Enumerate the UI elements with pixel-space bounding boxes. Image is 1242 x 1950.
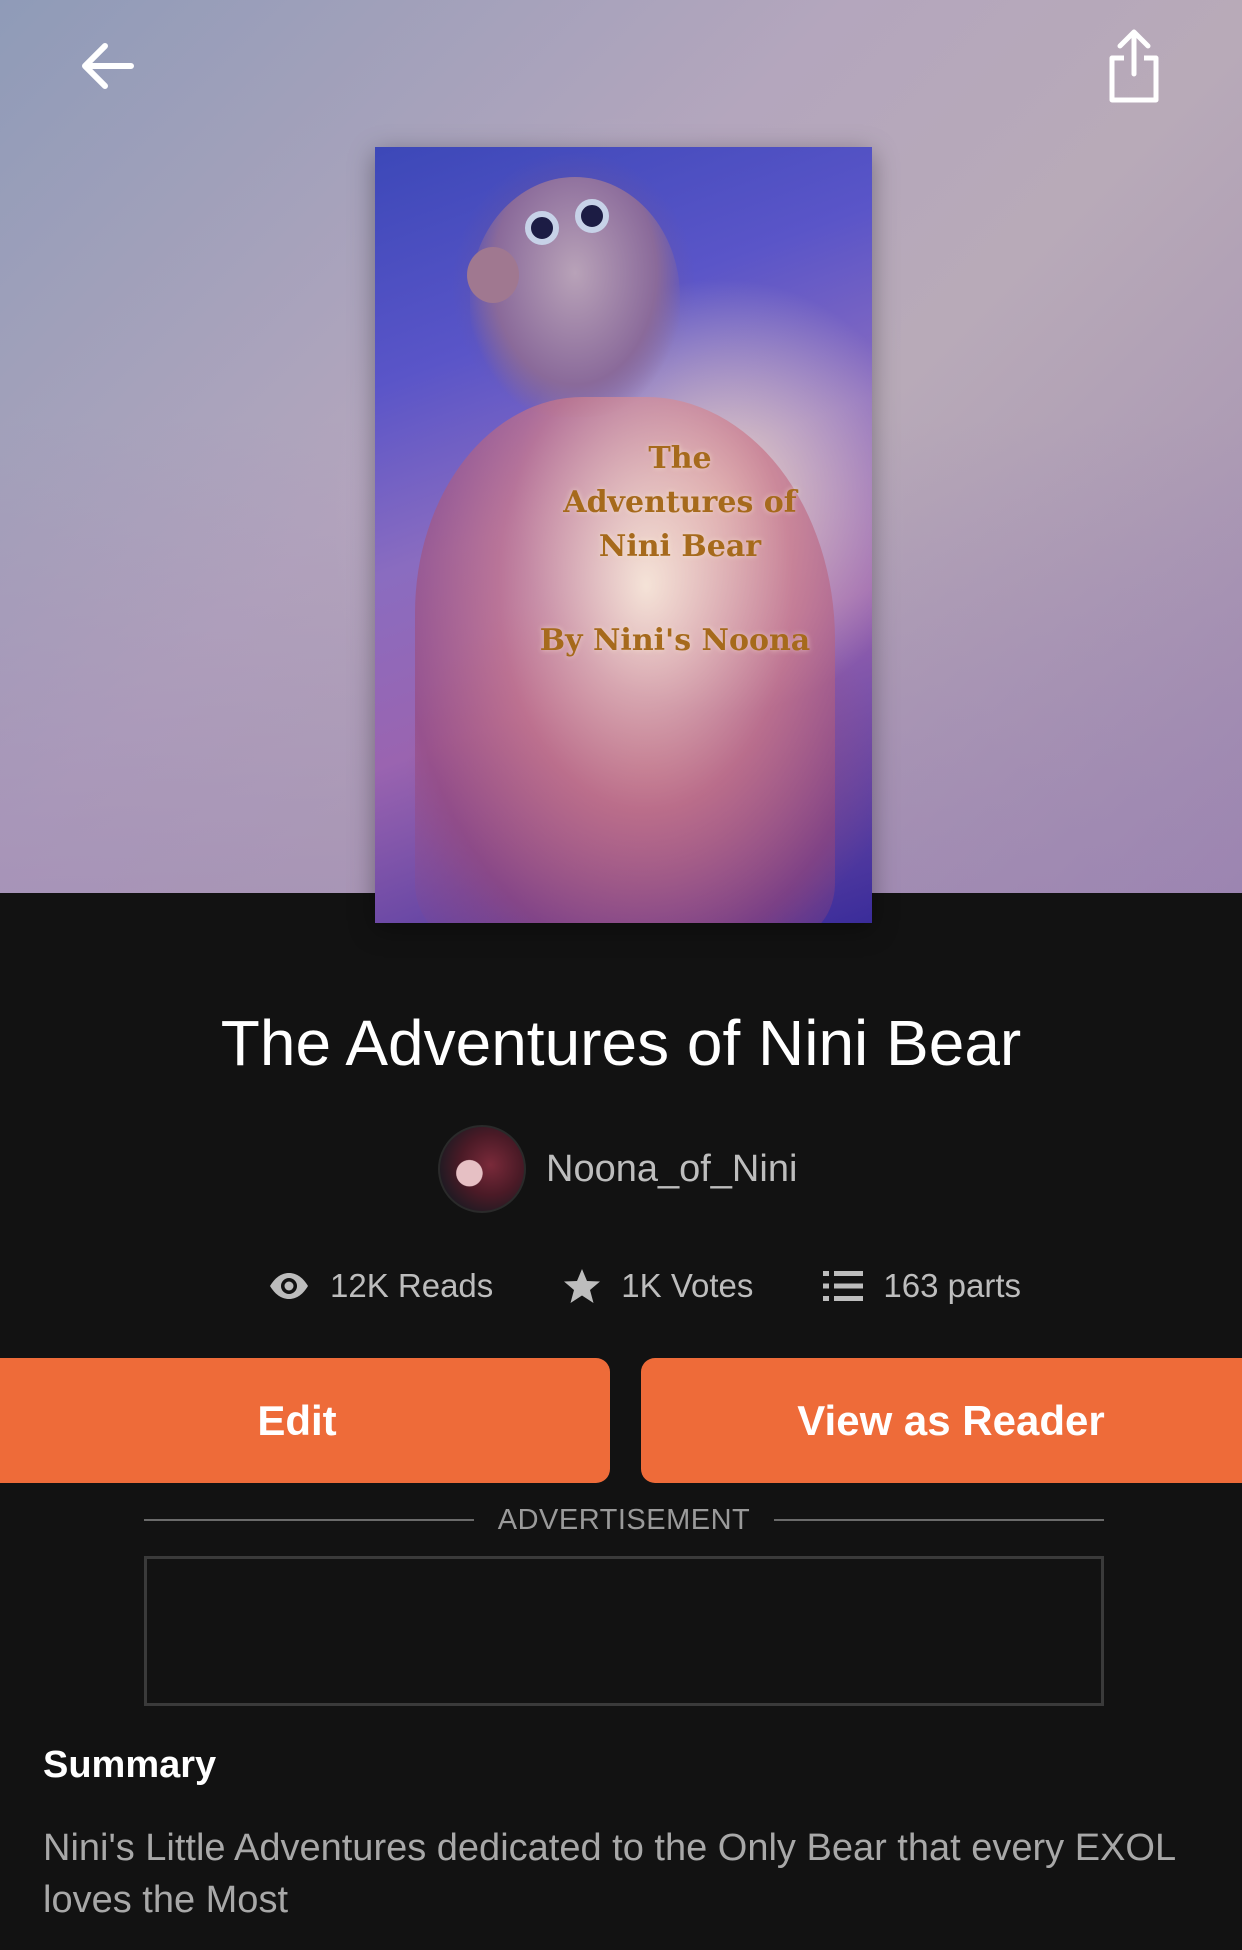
advertisement-slot[interactable]	[144, 1556, 1104, 1706]
summary-heading: Summary	[43, 1744, 217, 1786]
cover-ear-shape	[467, 247, 519, 303]
advertisement-label: ADVERTISEMENT	[497, 1503, 751, 1536]
parts-stat[interactable]: 163 parts	[823, 1267, 1021, 1305]
story-stats: 12K Reads 1K Votes 163 parts	[268, 1256, 1021, 1316]
divider	[144, 1519, 474, 1521]
votes-count: 1K Votes	[621, 1267, 754, 1304]
cover-eye-shape	[525, 211, 559, 245]
votes-stat: 1K Votes	[563, 1267, 753, 1305]
story-details-page: The Adventures of Nini Bear By Nini's No…	[0, 0, 1242, 1950]
eye-icon	[270, 1273, 308, 1299]
reads-count: 12K Reads	[330, 1267, 494, 1304]
advertisement-label-row: ADVERTISEMENT	[144, 1502, 1105, 1538]
author-link[interactable]: Noona_of_Nini	[438, 1124, 797, 1214]
divider	[774, 1519, 1105, 1521]
back-button[interactable]	[60, 18, 156, 114]
cover-eye-shape	[575, 199, 609, 233]
arrow-left-icon	[82, 43, 134, 89]
author-avatar[interactable]	[438, 1125, 526, 1213]
book-cover[interactable]: The Adventures of Nini Bear By Nini's No…	[375, 147, 872, 923]
summary-text: Nini's Little Adventures dedicated to th…	[43, 1827, 1175, 1921]
share-icon	[1109, 29, 1159, 103]
edit-button[interactable]: Edit	[0, 1358, 610, 1483]
share-button[interactable]	[1086, 18, 1182, 114]
list-icon	[823, 1271, 864, 1301]
story-title: The Adventures of Nini Bear	[220, 1007, 1022, 1079]
cover-title-text: The Adventures of Nini Bear	[563, 441, 797, 564]
reads-stat: 12K Reads	[268, 1267, 493, 1305]
star-icon	[564, 1269, 601, 1303]
cover-author-text: By Nini's Noona	[539, 623, 811, 658]
parts-count[interactable]: 163 parts	[883, 1267, 1021, 1305]
author-name[interactable]: Noona_of_Nini	[546, 1148, 797, 1191]
view-as-reader-button[interactable]: View as Reader	[641, 1358, 1242, 1483]
